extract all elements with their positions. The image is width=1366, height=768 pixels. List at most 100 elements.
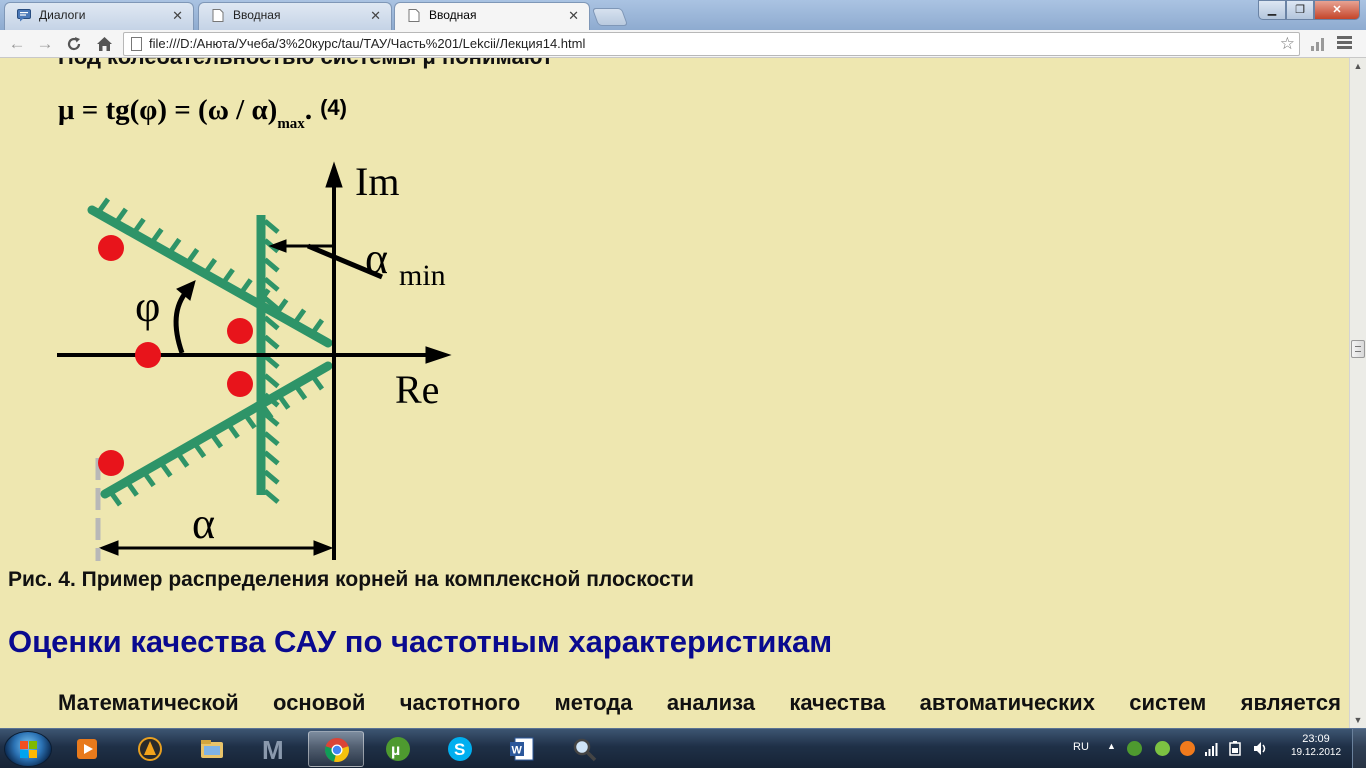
windows-logo-icon xyxy=(20,741,38,759)
page-action-icon[interactable] xyxy=(1310,36,1328,52)
tab-label: Вводная xyxy=(429,8,477,22)
formula-subscript: max xyxy=(277,116,305,132)
show-desktop-button[interactable] xyxy=(1352,729,1366,768)
magnifier-icon xyxy=(573,738,597,762)
taskbar-vlc[interactable] xyxy=(122,731,178,767)
tab-label: Вводная xyxy=(233,8,281,22)
system-tray: RU ▲ 23:09 19.12.2012 xyxy=(1070,729,1366,768)
tab-intro-active[interactable]: Вводная ✕ xyxy=(394,2,590,31)
avast-icon[interactable] xyxy=(1180,741,1195,756)
chrome-icon xyxy=(325,738,349,762)
phi-arc xyxy=(173,280,196,354)
taskbar-chrome[interactable] xyxy=(308,731,364,767)
restore-button[interactable]: ❐ xyxy=(1286,0,1314,20)
address-bar[interactable]: file:///D:/Анюта/Учеба/3%20курс/tau/ТАУ/… xyxy=(123,32,1300,56)
hatch-tick xyxy=(263,373,280,389)
formula-expression: μ = tg(φ) = (ω / α) xyxy=(58,94,278,126)
close-icon[interactable]: ✕ xyxy=(370,4,381,28)
close-window-button[interactable]: ✕ xyxy=(1314,0,1360,20)
hatch-tick xyxy=(263,257,280,273)
clock-time: 23:09 xyxy=(1302,733,1330,745)
utorrent-tray-icon[interactable] xyxy=(1127,741,1142,756)
taskbar-utorrent[interactable]: µ xyxy=(370,731,426,767)
hatch-tick xyxy=(263,334,280,350)
svg-text:µ: µ xyxy=(391,742,400,759)
root-point xyxy=(98,450,124,476)
browser-titlebar: Диалоги ✕ Вводная ✕ Вводная ✕ ▁ ❐ ✕ xyxy=(0,0,1366,31)
hatch-tick xyxy=(263,431,280,447)
taskbar-word[interactable]: W xyxy=(494,731,550,767)
network-status-icon[interactable] xyxy=(1155,741,1170,756)
hatch-tick xyxy=(263,315,280,331)
taskbar-media-player[interactable] xyxy=(60,731,116,767)
hatch-tick xyxy=(263,450,280,466)
minimize-button[interactable]: ▁ xyxy=(1258,0,1286,20)
page-icon xyxy=(212,9,224,22)
back-button[interactable]: ← xyxy=(5,32,29,56)
im-axis-label: Im xyxy=(355,159,399,204)
skype-icon: S xyxy=(448,737,472,761)
root-point xyxy=(135,342,161,368)
root-point xyxy=(98,235,124,261)
hatch-tick xyxy=(263,489,280,504)
tab-label: Диалоги xyxy=(39,8,86,22)
page-icon xyxy=(408,9,420,22)
scroll-up-arrow[interactable]: ▲ xyxy=(1350,58,1366,74)
page-content: Под колебательностью системы μ понимают … xyxy=(0,58,1349,728)
taskbar-file-manager[interactable] xyxy=(184,731,240,767)
taskbar-magnifier[interactable] xyxy=(556,731,612,767)
url-text: file:///D:/Анюта/Учеба/3%20курс/tau/ТАУ/… xyxy=(149,36,586,51)
mathcad-icon: M xyxy=(262,736,284,762)
wrench-menu-icon[interactable] xyxy=(1337,36,1352,51)
alpha-min-subscript: min xyxy=(399,259,446,292)
home-button[interactable] xyxy=(92,32,116,56)
media-player-icon xyxy=(77,739,97,759)
root-point xyxy=(227,318,253,344)
body-paragraph: Математической основой частотного метода… xyxy=(58,690,1341,715)
partial-text-line: Под колебательностью системы μ понимают xyxy=(58,58,553,70)
show-hidden-icons-icon[interactable]: ▲ xyxy=(1107,741,1116,751)
page-icon xyxy=(131,37,142,51)
forward-button[interactable]: → xyxy=(33,32,57,56)
star-icon[interactable]: ☆ xyxy=(1280,34,1295,54)
vertical-scrollbar[interactable]: ▲ ▼ xyxy=(1349,58,1366,728)
battery-icon[interactable] xyxy=(1228,740,1242,756)
new-tab-button[interactable] xyxy=(591,8,629,26)
scroll-down-arrow[interactable]: ▼ xyxy=(1350,712,1366,728)
hatch-tick xyxy=(263,219,280,234)
clock-date: 19.12.2012 xyxy=(1290,747,1342,758)
vlc-cone-icon xyxy=(138,737,162,761)
tab-intro-1[interactable]: Вводная ✕ xyxy=(198,2,392,30)
window-controls: ▁ ❐ ✕ xyxy=(1258,0,1360,20)
re-axis-label: Re xyxy=(395,367,439,412)
equation-number: (4) xyxy=(320,95,347,120)
clock[interactable]: 23:09 19.12.2012 xyxy=(1288,733,1344,758)
root-point xyxy=(227,371,253,397)
hatch-tick xyxy=(263,469,280,485)
phi-label: φ xyxy=(135,282,160,331)
chat-icon xyxy=(17,9,31,22)
svg-text:S: S xyxy=(454,740,465,759)
hatch-tick xyxy=(167,237,182,255)
close-icon[interactable]: ✕ xyxy=(172,4,183,28)
volume-icon[interactable] xyxy=(1253,741,1269,756)
windows-taskbar: M µ S W RU ▲ 23:09 19.12.2012 xyxy=(0,728,1366,768)
hatch-tick xyxy=(149,227,164,245)
close-icon[interactable]: ✕ xyxy=(568,4,579,28)
signal-icon[interactable] xyxy=(1204,741,1220,756)
hatch-tick xyxy=(263,354,280,369)
hatch-tick xyxy=(95,197,111,215)
hatch-tick xyxy=(263,276,280,292)
taskbar-skype[interactable]: S xyxy=(432,731,488,767)
alpha-label: α xyxy=(192,499,215,548)
figure-caption: Рис. 4. Пример распределения корней на к… xyxy=(8,568,694,591)
reload-button[interactable] xyxy=(62,32,86,56)
language-indicator[interactable]: RU xyxy=(1073,741,1089,753)
scrollbar-thumb[interactable] xyxy=(1351,340,1365,358)
svg-text:W: W xyxy=(512,745,523,757)
folder-icon xyxy=(201,740,223,758)
tab-dialogs[interactable]: Диалоги ✕ xyxy=(4,2,194,30)
start-button[interactable] xyxy=(4,731,52,767)
taskbar-mathcad[interactable]: M xyxy=(246,731,302,767)
formula-dot: . xyxy=(304,94,313,126)
